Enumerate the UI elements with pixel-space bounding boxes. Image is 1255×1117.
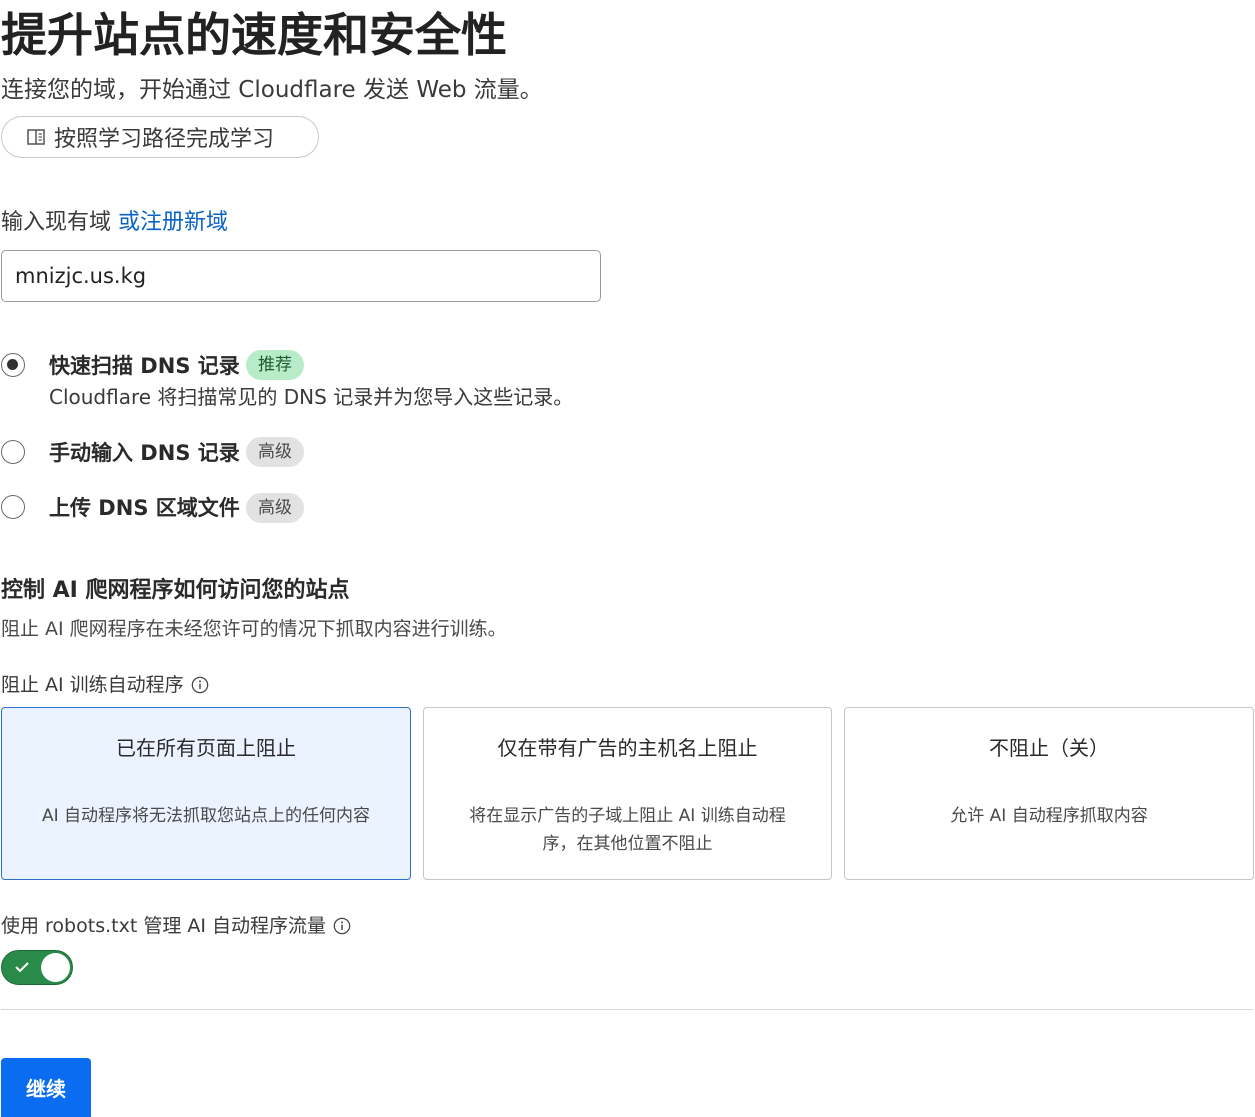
robots-txt-label: 使用 robots.txt 管理 AI 自动程序流量 [1,911,351,941]
toggle-knob [41,953,70,982]
check-icon [15,962,29,973]
page-title: 提升站点的速度和安全性 [1,8,507,62]
info-icon[interactable] [191,676,209,694]
register-domain-link[interactable]: 或注册新域 [118,210,228,235]
advanced-badge: 高级 [246,437,304,467]
page-subtitle: 连接您的域，开始通过 Cloudflare 发送 Web 流量。 [1,77,543,103]
ai-crawler-description: 阻止 AI 爬网程序在未经您许可的情况下抓取内容进行训练。 [1,618,507,640]
radio-quick-scan[interactable] [1,353,25,377]
domain-label: 输入现有域 或注册新域 [1,206,228,240]
option-quick-scan-title: 快速扫描 DNS 记录 [49,354,240,378]
ai-crawler-heading: 控制 AI 爬网程序如何访问您的站点 [1,578,350,603]
card-title: 不阻止（关） [989,736,1109,760]
continue-button[interactable]: 继续 [1,1058,91,1117]
card-title: 仅在带有广告的主机名上阻止 [497,736,758,760]
book-icon [27,129,45,145]
recommended-badge: 推荐 [246,350,304,380]
card-description: 将在显示广告的子域上阻止 AI 训练自动程序，在其他位置不阻止 [469,806,786,854]
learning-path-label: 按照学习路径完成学习 [54,127,275,152]
card-title: 已在所有页面上阻止 [116,736,296,760]
option-upload-zone-file-title: 上传 DNS 区域文件 [49,496,240,520]
card-description: AI 自动程序将无法抓取您站点上的任何内容 [41,806,371,826]
divider [1,1009,1253,1010]
domain-input[interactable] [1,250,601,302]
robots-txt-toggle[interactable] [1,950,73,985]
radio-upload-zone-file[interactable] [1,495,25,519]
do-not-block-card[interactable]: 不阻止（关） 允许 AI 自动程序抓取内容 [844,707,1254,880]
robots-txt-label-text: 使用 robots.txt 管理 AI 自动程序流量 [1,915,326,937]
block-ai-label-text: 阻止 AI 训练自动程序 [1,674,184,696]
option-manual-entry-title: 手动输入 DNS 记录 [49,441,240,465]
block-all-pages-card[interactable]: 已在所有页面上阻止 AI 自动程序将无法抓取您站点上的任何内容 [1,707,411,880]
learning-path-button[interactable]: 按照学习路径完成学习 [1,116,319,158]
advanced-badge: 高级 [246,493,304,523]
block-ai-label: 阻止 AI 训练自动程序 [1,670,209,700]
info-icon[interactable] [333,917,351,935]
radio-manual-entry[interactable] [1,440,25,464]
block-ad-hostnames-card[interactable]: 仅在带有广告的主机名上阻止 将在显示广告的子域上阻止 AI 训练自动程序，在其他… [423,707,832,880]
domain-label-text: 输入现有域 [1,210,112,235]
card-description: 允许 AI 自动程序抓取内容 [950,806,1148,826]
option-quick-scan-description: Cloudflare 将扫描常见的 DNS 记录并为您导入这些记录。 [49,385,574,409]
